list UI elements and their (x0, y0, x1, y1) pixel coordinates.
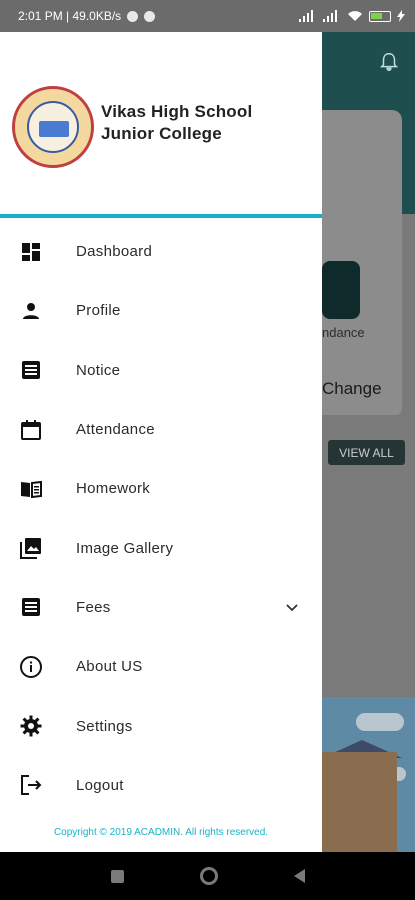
school-name: Vikas High School Junior College (101, 101, 252, 145)
info-icon (20, 655, 42, 678)
gallery-icon (20, 538, 41, 560)
status-time: 2:01 PM | 49.0KB/s (18, 9, 122, 23)
menu-label-profile: Profile (76, 302, 121, 320)
notice-icon (22, 361, 40, 380)
copyright-text: Copyright © 2019 ACADMIN. All rights res… (53, 827, 269, 838)
school-photo (322, 697, 415, 852)
status-bar: 2:01 PM | 49.0KB/s (0, 0, 415, 32)
notification-icon (144, 10, 156, 22)
attendance-card-label: ndance (322, 325, 365, 340)
dashboard-icon (22, 242, 40, 261)
view-all-button[interactable]: VIEW ALL (328, 440, 405, 465)
signal-icon (323, 10, 337, 22)
menu-label-logout: Logout (76, 776, 124, 794)
logout-icon (21, 775, 42, 796)
menu-item-profile[interactable]: Profile (0, 281, 322, 340)
school-logo (12, 86, 94, 168)
menu-label-image-gallery: Image Gallery (76, 539, 174, 557)
school-name-line2: Junior College (101, 124, 222, 143)
menu-item-settings[interactable]: Settings (0, 696, 322, 755)
menu-item-fees[interactable]: Fees (0, 578, 322, 637)
menu-item-dashboard[interactable]: Dashboard (0, 222, 322, 281)
menu-item-logout[interactable]: Logout (0, 756, 322, 815)
signal-icon (299, 10, 313, 22)
bell-icon[interactable] (378, 50, 400, 74)
menu-label-dashboard: Dashboard (76, 243, 153, 261)
menu-item-about-us[interactable]: About US (0, 637, 322, 696)
back-button[interactable] (293, 869, 305, 883)
calendar-icon (21, 419, 41, 440)
background-app: ndance Change VIEW ALL (322, 32, 415, 852)
wifi-icon (348, 11, 362, 21)
system-nav-bar (0, 852, 415, 900)
chevron-down-icon[interactable] (283, 598, 301, 616)
notification-icon (127, 10, 139, 22)
drawer-menu: Dashboard Profile Notice Attendance Home… (0, 222, 322, 815)
book-icon (21, 480, 42, 498)
school-name-line1: Vikas High School (101, 102, 253, 121)
menu-label-settings: Settings (76, 717, 133, 735)
fees-icon (22, 598, 40, 617)
menu-label-homework: Homework (76, 480, 151, 498)
attendance-card-icon[interactable] (322, 261, 360, 319)
menu-item-attendance[interactable]: Attendance (0, 400, 322, 459)
menu-item-image-gallery[interactable]: Image Gallery (0, 518, 322, 577)
charging-icon (397, 10, 405, 22)
menu-label-attendance: Attendance (76, 421, 155, 439)
menu-label-notice: Notice (76, 361, 121, 379)
person-icon (23, 302, 39, 319)
drawer-header: Vikas High School Junior College (0, 32, 322, 218)
change-label: Change (322, 379, 382, 398)
menu-label-about-us: About US (76, 658, 143, 676)
recent-apps-button[interactable] (110, 869, 124, 883)
menu-item-notice[interactable]: Notice (0, 341, 322, 400)
menu-label-fees: Fees (76, 598, 111, 616)
battery-icon (369, 10, 391, 22)
menu-item-homework[interactable]: Homework (0, 459, 322, 518)
gear-icon (20, 715, 42, 737)
home-button[interactable] (199, 867, 218, 885)
navigation-drawer: Vikas High School Junior College Dashboa… (0, 32, 322, 852)
